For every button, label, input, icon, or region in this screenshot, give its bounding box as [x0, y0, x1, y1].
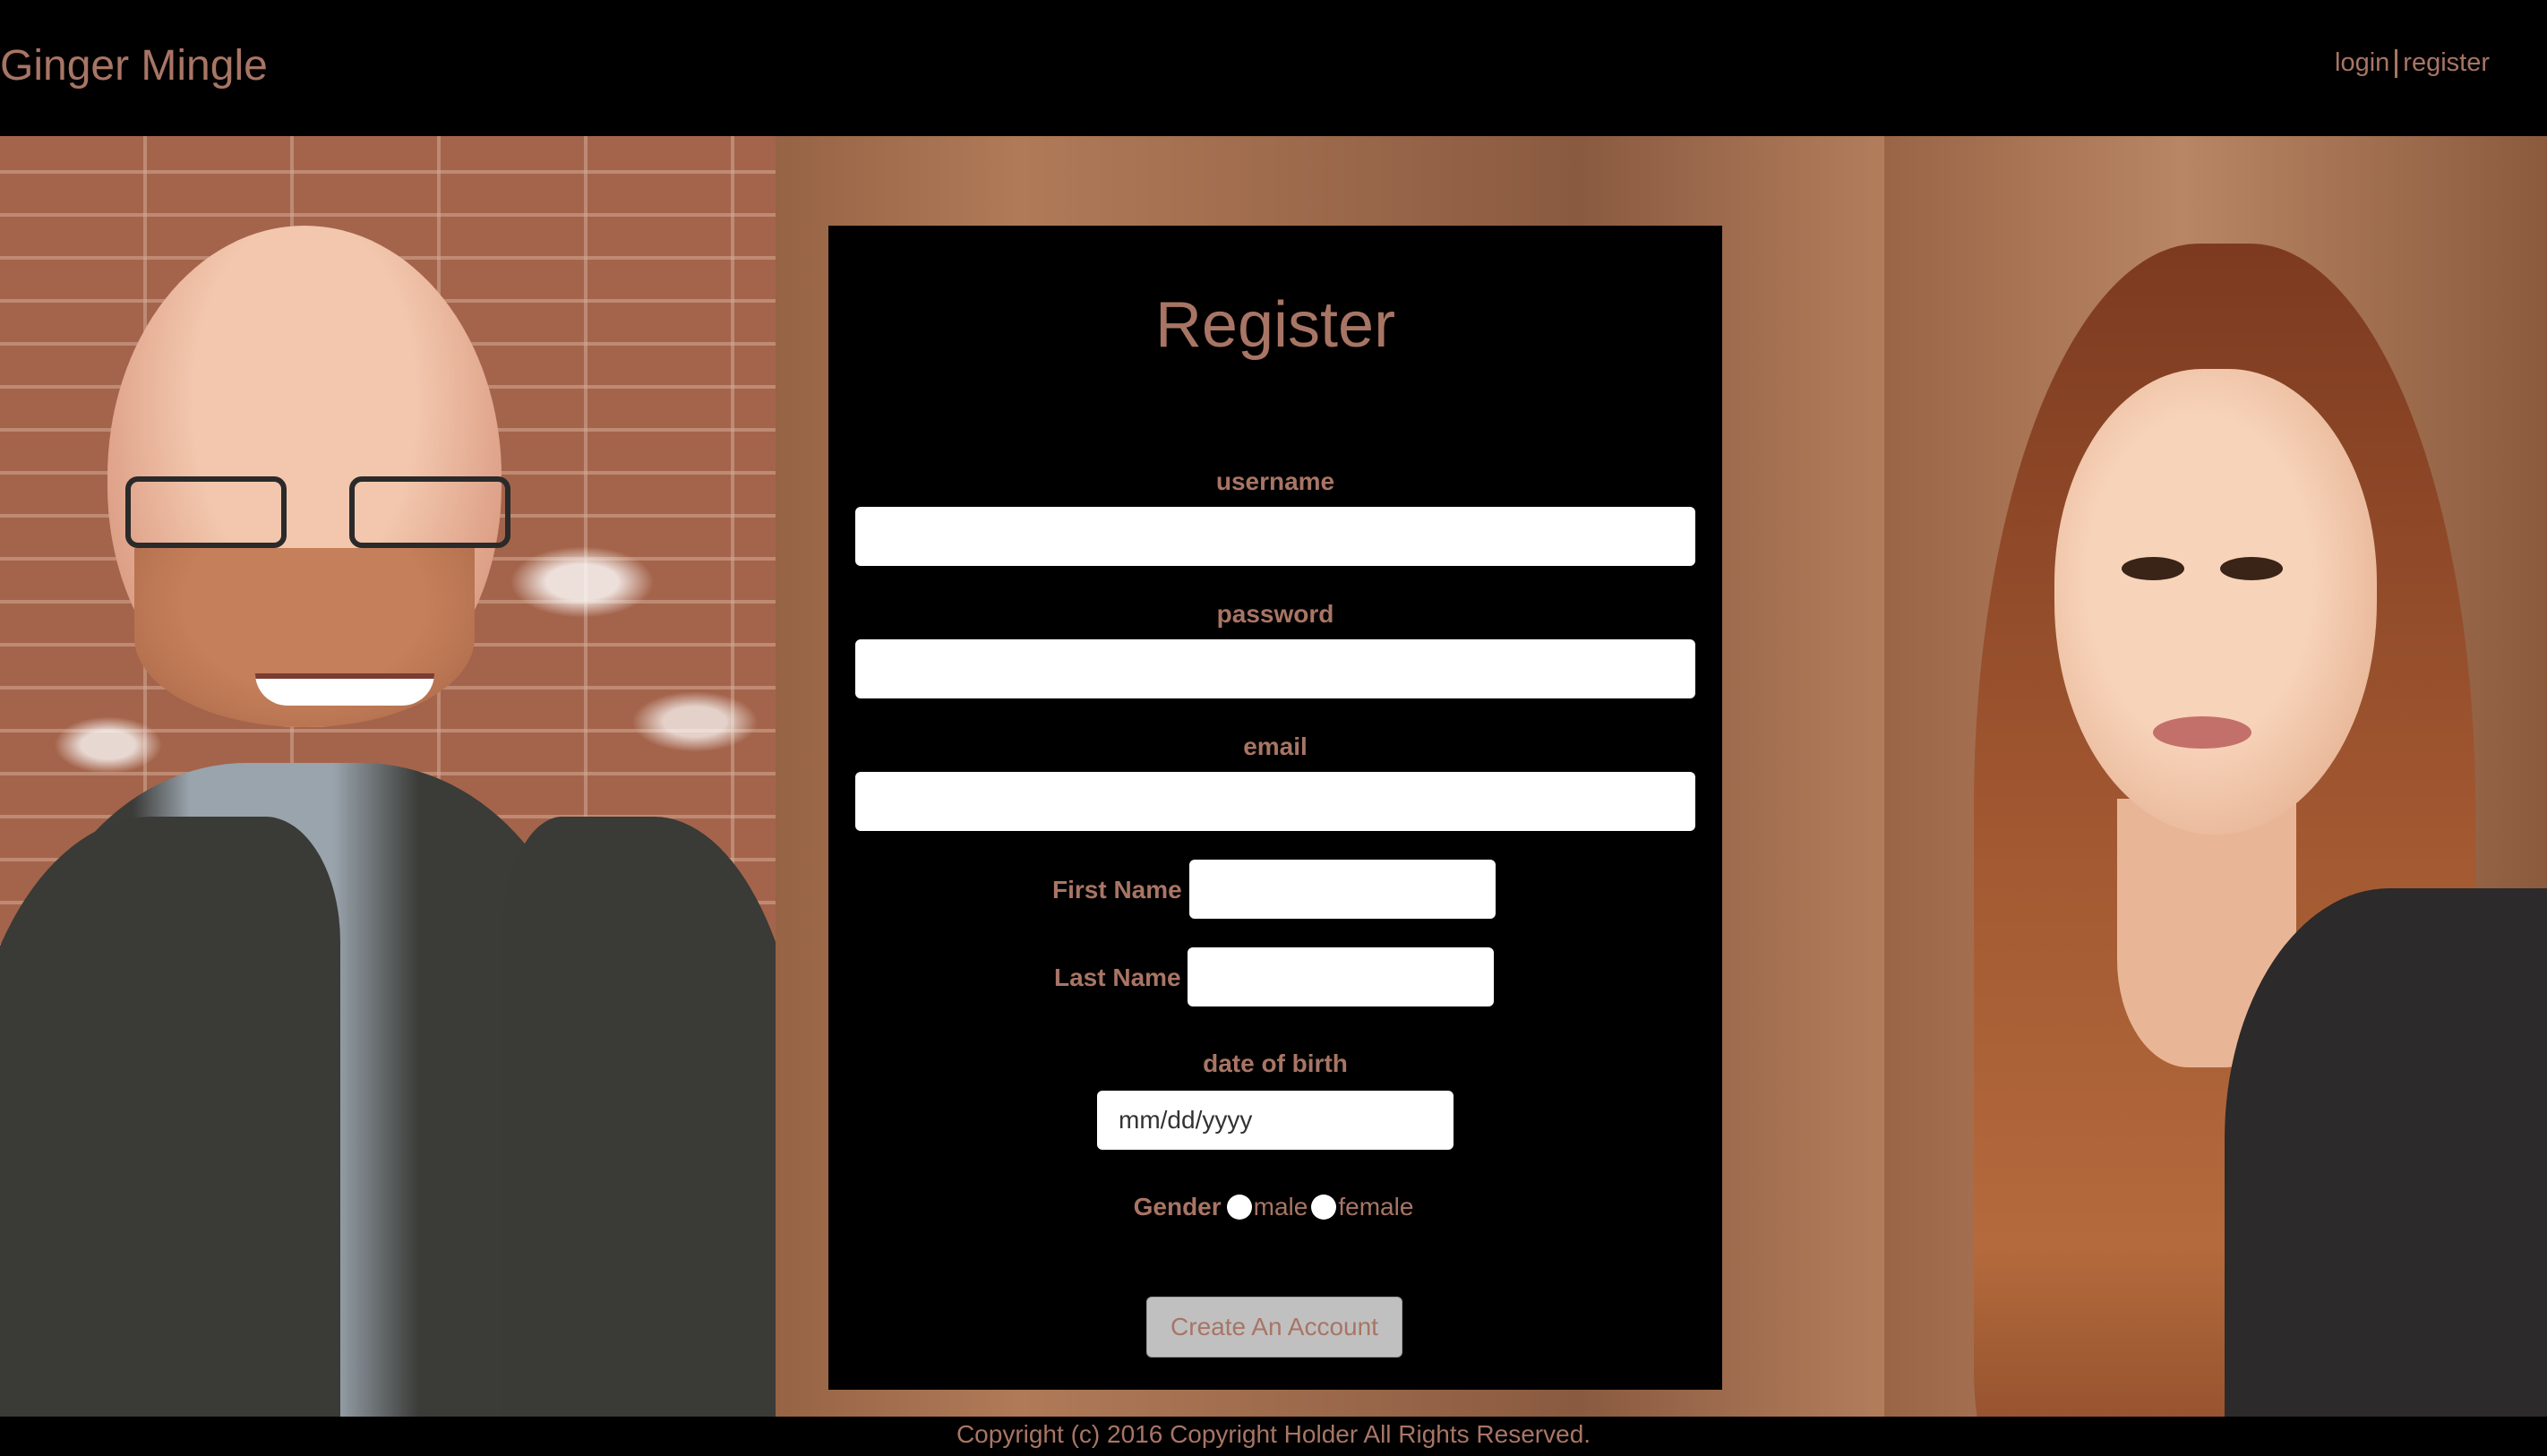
male-radio[interactable] — [1226, 1195, 1252, 1220]
gender-group: Gender male female — [828, 1193, 1722, 1221]
nav-divider — [2395, 48, 2398, 78]
page-title: Register — [1154, 289, 1396, 361]
male-label: male — [1253, 1193, 1308, 1220]
create-account-button[interactable]: Create An Account — [1146, 1297, 1402, 1358]
female-label: female — [1338, 1193, 1414, 1220]
register-panel: Register username password email First N… — [828, 226, 1722, 1390]
dob-input[interactable]: mm/dd/yyyy — [1097, 1091, 1454, 1150]
man-photo — [0, 136, 776, 1417]
dob-label: date of birth — [1203, 1049, 1348, 1077]
first-name-input[interactable] — [1189, 860, 1496, 919]
gender-label: Gender — [1133, 1193, 1222, 1220]
first-name-label: First Name — [1052, 876, 1182, 904]
female-radio[interactable] — [1311, 1195, 1337, 1220]
username-label: username — [1215, 467, 1335, 495]
hero-background: Register username password email First N… — [0, 136, 2547, 1417]
top-nav: login register — [2335, 48, 2490, 78]
dob-placeholder: mm/dd/yyyy — [1119, 1106, 1253, 1134]
brand-logo[interactable]: Ginger Mingle — [0, 41, 268, 90]
footer: Copyright (c) 2016 Copyright Holder All … — [0, 1417, 2547, 1456]
email-input[interactable] — [855, 772, 1695, 831]
password-input[interactable] — [855, 639, 1695, 698]
username-input[interactable] — [855, 507, 1695, 566]
login-link[interactable]: login — [2335, 48, 2389, 78]
header: Ginger Mingle login register — [0, 0, 2547, 136]
last-name-label: Last Name — [1054, 964, 1181, 991]
register-link[interactable]: register — [2403, 48, 2490, 78]
woman-photo — [1884, 136, 2547, 1417]
last-name-input[interactable] — [1188, 947, 1494, 1006]
password-label: password — [1216, 600, 1334, 628]
email-label: email — [1243, 732, 1308, 760]
